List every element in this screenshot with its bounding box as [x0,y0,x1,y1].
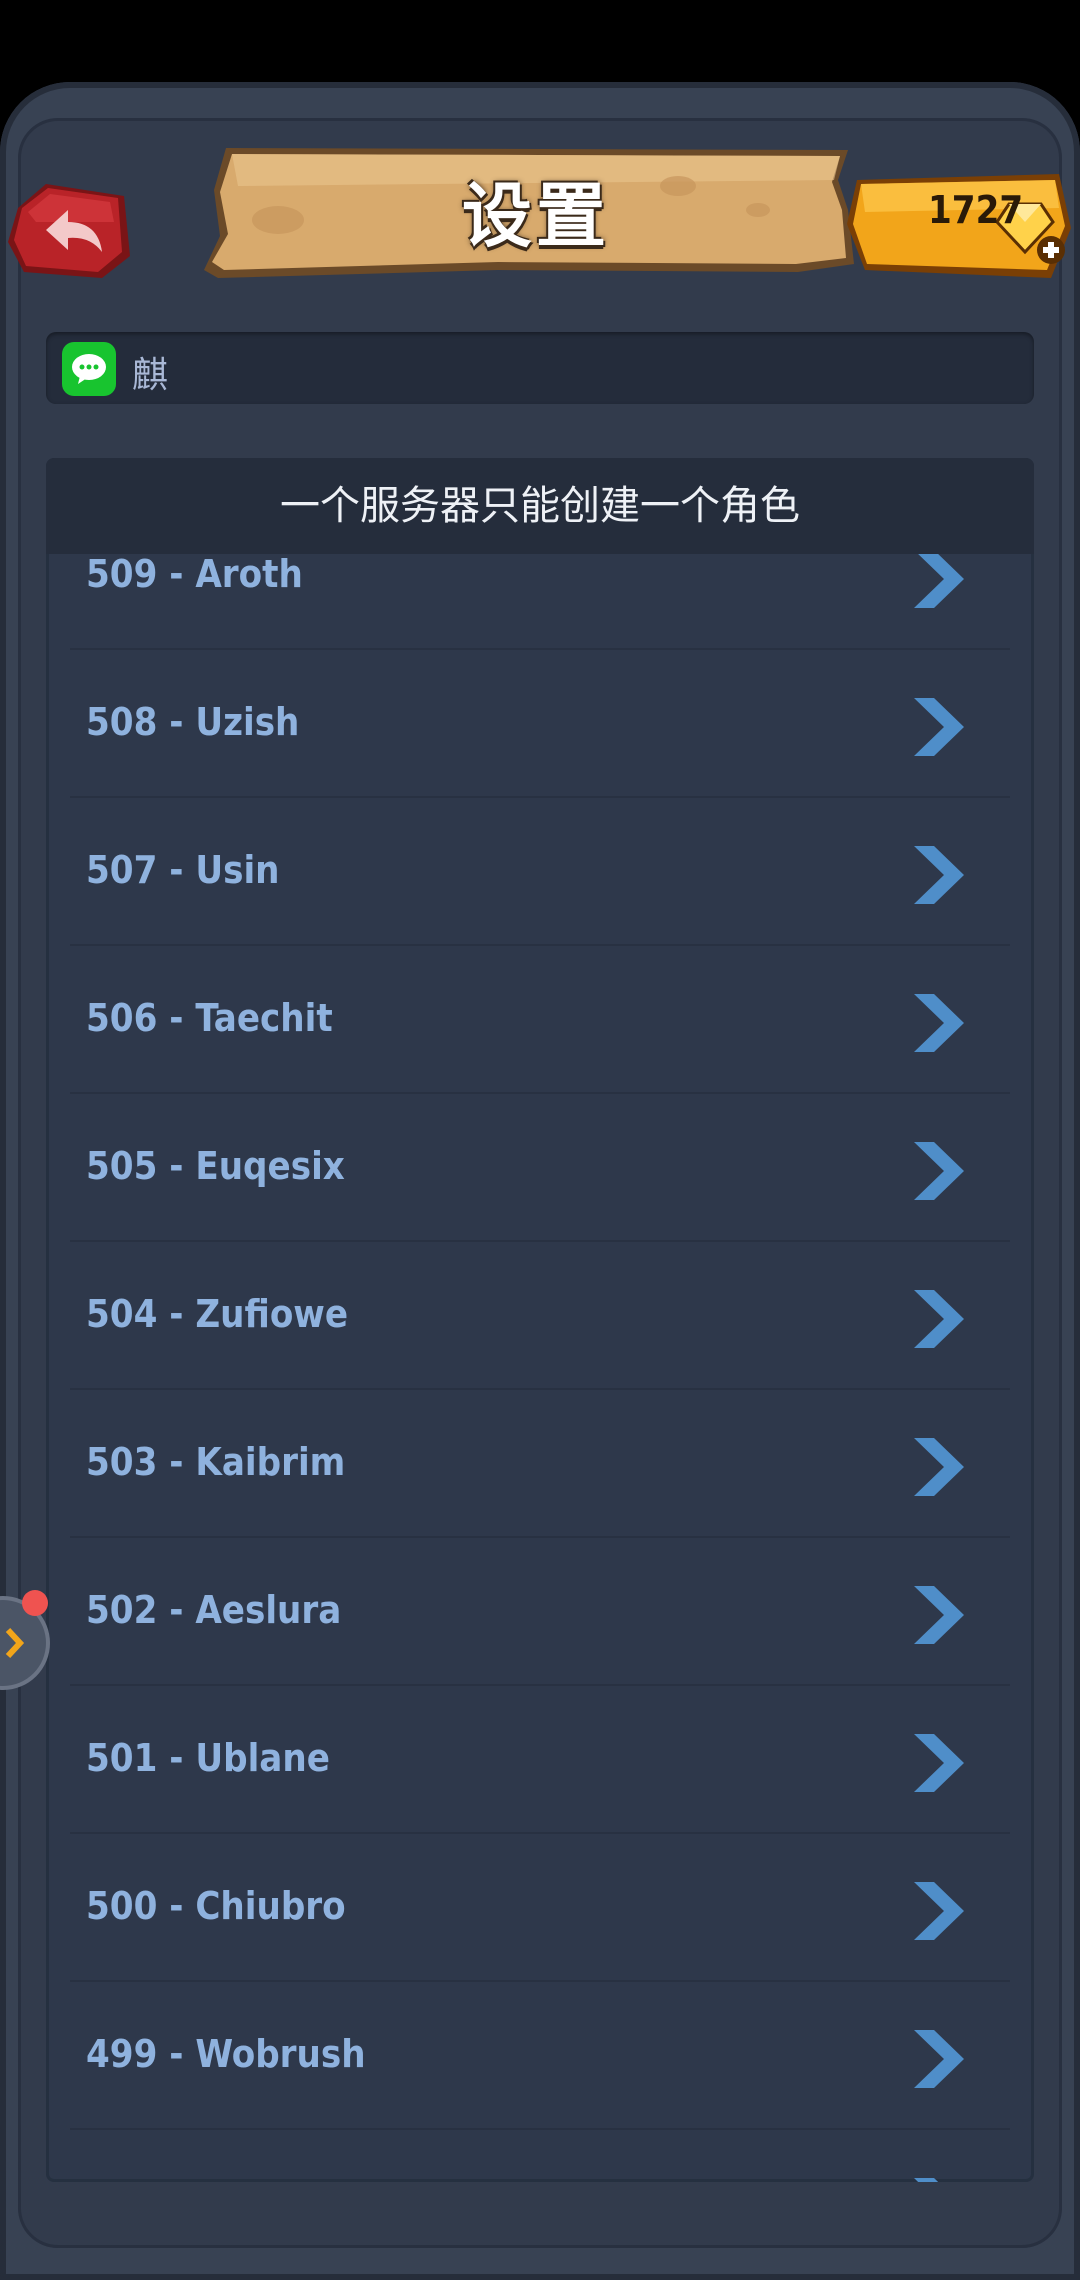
back-button[interactable] [6,178,134,282]
server-row[interactable]: 502 - Aeslura [70,1538,1010,1686]
server-row[interactable]: 505 - Euqesix [70,1094,1010,1242]
server-label: 500 - Chiubro [86,1884,346,1928]
chevron-right-icon [914,2030,964,2088]
wechat-icon [62,342,116,396]
chevron-right-icon [914,1586,964,1644]
chevron-right-icon [914,1438,964,1496]
server-label: 503 - Kaibrim [86,1440,346,1484]
server-list-panel: 一个服务器只能创建一个角色 509 - Aroth 508 - Uzish 507 … [46,458,1034,2182]
plus-icon [1037,236,1065,264]
server-label: 501 - Ublane [86,1736,330,1780]
chevron-right-icon [914,1290,964,1348]
server-label: 509 - Aroth [86,554,303,596]
back-arrow-icon [8,184,130,278]
server-row[interactable]: 503 - Kaibrim [70,1390,1010,1538]
server-list[interactable]: 509 - Aroth 508 - Uzish 507 - Usin 506 - Ta… [46,554,1034,2182]
server-label: 502 - Aeslura [86,1588,342,1632]
chevron-right-icon [914,2178,939,2182]
server-row[interactable]: 500 - Chiubro [70,1834,1010,1982]
server-row[interactable]: 499 - Wobrush [70,1982,1010,2130]
server-row[interactable]: 507 - Usin [70,798,1010,946]
server-label: 499 - Wobrush [86,2032,366,2076]
server-notice: 一个服务器只能创建一个角色 [46,458,1034,554]
chevron-right-icon [914,846,964,904]
chevron-right-icon [914,1142,964,1200]
server-label: 504 - Zufiowe [86,1292,349,1336]
chevron-right-icon [914,1882,964,1940]
server-row[interactable]: 501 - Ublane [70,1686,1010,1834]
chevron-right-icon [914,554,964,608]
account-name: 麒 [132,355,169,396]
account-row [46,332,1034,404]
server-label: 505 - Euqesix [86,1144,345,1188]
notification-dot [22,1590,48,1616]
chevron-right-icon [914,994,964,1052]
page-title: 设置 [462,175,610,257]
server-label: 507 - Usin [86,848,280,892]
gem-count: 1727 [928,188,1024,232]
server-label: 498 - Eqesh [86,2180,311,2182]
server-row[interactable]: 509 - Aroth [70,554,1010,650]
server-label: 506 - Taechit [86,996,333,1040]
status-bar [0,0,1080,82]
server-row[interactable]: 508 - Uzish [70,650,1010,798]
server-row[interactable]: 506 - Taechit [70,946,1010,1094]
server-row[interactable]: 498 - Eqesh [70,2130,1010,2182]
chevron-right-icon [914,1734,964,1792]
server-row[interactable]: 504 - Zufiowe [70,1242,1010,1390]
server-label: 508 - Uzish [86,700,300,744]
chevron-right-icon [914,698,964,756]
